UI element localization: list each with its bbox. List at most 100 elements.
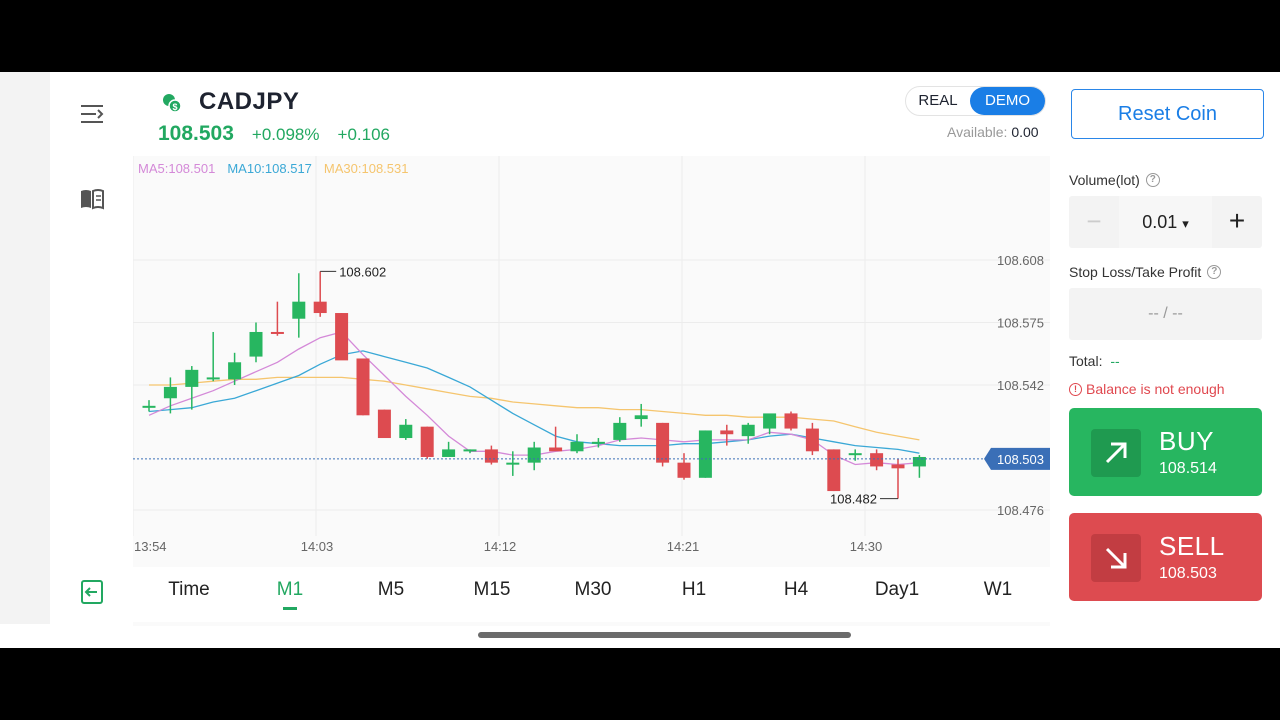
active-tab-underline — [283, 607, 297, 610]
total-label: Total: — [1069, 353, 1103, 369]
change-absolute: +0.106 — [337, 125, 390, 144]
app-screen: $ CADJPY 108.503 +0.098% +0.106 REAL DEM… — [0, 72, 1280, 648]
tab-day1[interactable]: Day1 — [875, 579, 919, 601]
sltp-label-row: Stop Loss/Take Profit ? — [1069, 264, 1222, 280]
sell-price: 108.503 — [1159, 565, 1217, 582]
tab-m1[interactable]: M1 — [277, 579, 303, 601]
ma5-legend: MA5:108.501 — [138, 161, 216, 176]
tab-h1[interactable]: H1 — [682, 579, 706, 601]
mode-demo-button[interactable]: DEMO — [970, 87, 1045, 115]
candle-down — [784, 413, 798, 429]
volume-select[interactable]: 0.01 ▾ — [1119, 196, 1212, 248]
tab-m5[interactable]: M5 — [378, 579, 404, 601]
tab-w1[interactable]: W1 — [984, 579, 1013, 601]
candle-up — [206, 377, 220, 380]
tab-h4[interactable]: H4 — [784, 579, 808, 601]
tab-time[interactable]: Time — [168, 579, 210, 601]
candle-up — [506, 462, 520, 465]
price-chart[interactable]: 108.608 108.575 108.542 108.476 13:54 14:03 14… — [133, 156, 1050, 626]
candle-down — [891, 464, 905, 469]
y-tick-label: 108.542 — [997, 378, 1044, 393]
tab-m30[interactable]: M30 — [575, 579, 612, 601]
sidebar — [50, 72, 133, 624]
candle-up — [613, 422, 627, 440]
header: $ CADJPY 108.503 +0.098% +0.106 REAL DEM… — [133, 72, 1050, 156]
sltp-field[interactable]: -- / -- — [1069, 288, 1262, 340]
x-tick-label: 14:03 — [301, 539, 334, 554]
timeframe-bar: Time M1 M5 M15 M30 H1 H4 Day1 W1 — [133, 567, 1050, 622]
change-percent: +0.098% — [251, 125, 320, 144]
candle-down — [677, 462, 691, 478]
ma10-legend: MA10:108.517 — [227, 161, 312, 176]
buy-button[interactable]: BUY 108.514 — [1069, 408, 1262, 496]
volume-plus-button[interactable]: + — [1212, 196, 1262, 248]
available-label: Available: — [947, 124, 1008, 140]
candle-down — [720, 430, 734, 435]
account-mode-switch: REAL DEMO — [905, 86, 1046, 116]
candle-down — [656, 422, 670, 463]
candle-up — [228, 362, 242, 380]
arrow-up-right-icon — [1091, 429, 1141, 477]
price-row: 108.503 +0.098% +0.106 — [158, 122, 390, 146]
volume-value: 0.01 — [1142, 212, 1178, 232]
svg-text:$: $ — [172, 102, 177, 112]
warning-icon: ! — [1069, 382, 1082, 396]
volume-label-row: Volume(lot) ? — [1069, 172, 1160, 188]
available-balance: Available: 0.00 — [947, 124, 1039, 140]
pair-name[interactable]: CADJPY — [199, 88, 299, 116]
candle-down — [870, 453, 884, 467]
volume-stepper: − 0.01 ▾ + — [1069, 196, 1262, 248]
current-price: 108.503 — [158, 122, 234, 145]
y-tick-label: 108.476 — [997, 503, 1044, 518]
candle-up — [698, 430, 712, 478]
currency-icon: $ — [161, 92, 183, 114]
last-price-label: 108.503 — [997, 452, 1044, 467]
exit-icon[interactable] — [78, 578, 106, 606]
candle-up — [634, 415, 648, 420]
sell-label: SELL — [1159, 531, 1225, 561]
candle-up — [292, 301, 306, 319]
caret-down-icon: ▾ — [1182, 216, 1189, 231]
ma-legend: MA5:108.501 MA10:108.517 MA30:108.531 — [138, 161, 409, 176]
x-tick-label: 14:21 — [667, 539, 700, 554]
candle-down — [377, 409, 391, 439]
candle-up — [185, 369, 199, 387]
candle-down — [356, 358, 370, 416]
sltp-label: Stop Loss/Take Profit — [1069, 264, 1202, 280]
book-icon[interactable] — [78, 185, 106, 213]
left-gutter — [0, 72, 50, 624]
candle-up — [399, 424, 413, 439]
available-value: 0.00 — [1011, 124, 1039, 140]
high-label: 108.602 — [339, 264, 386, 279]
candle-down — [549, 447, 563, 452]
candle-up — [763, 413, 777, 429]
candle-up — [848, 453, 862, 456]
reset-coin-button[interactable]: Reset Coin — [1071, 89, 1264, 139]
x-tick-label: 14:30 — [850, 539, 883, 554]
order-panel: Reset Coin Volume(lot) ? − 0.01 ▾ + Stop… — [1050, 72, 1280, 624]
buy-label: BUY — [1159, 426, 1214, 456]
y-tick-label: 108.608 — [997, 253, 1044, 268]
home-indicator[interactable] — [478, 632, 851, 638]
x-tick-label: 13:54 — [134, 539, 167, 554]
mode-real-button[interactable]: REAL — [906, 87, 970, 115]
ma30-line — [149, 376, 920, 441]
arrow-down-right-icon — [1091, 534, 1141, 582]
candle-up — [741, 424, 755, 437]
help-icon[interactable]: ? — [1207, 265, 1222, 279]
x-tick-label: 14:12 — [484, 539, 517, 554]
help-icon[interactable]: ? — [1145, 173, 1160, 187]
candle-up — [570, 441, 584, 452]
candle-up — [442, 449, 456, 457]
collapse-menu-icon[interactable] — [78, 100, 106, 128]
tab-m15[interactable]: M15 — [474, 579, 511, 601]
candle-down — [313, 301, 327, 314]
candlestick-chart[interactable]: 108.608 108.575 108.542 108.476 13:54 14:03 14… — [133, 156, 1050, 567]
candle-up — [249, 331, 263, 357]
volume-minus-button[interactable]: − — [1069, 196, 1119, 248]
candle-down — [805, 428, 819, 452]
candle-down — [420, 426, 434, 457]
total-value: -- — [1110, 353, 1120, 369]
balance-warning-text: Balance is not enough — [1086, 381, 1225, 397]
sell-button[interactable]: SELL 108.503 — [1069, 513, 1262, 601]
